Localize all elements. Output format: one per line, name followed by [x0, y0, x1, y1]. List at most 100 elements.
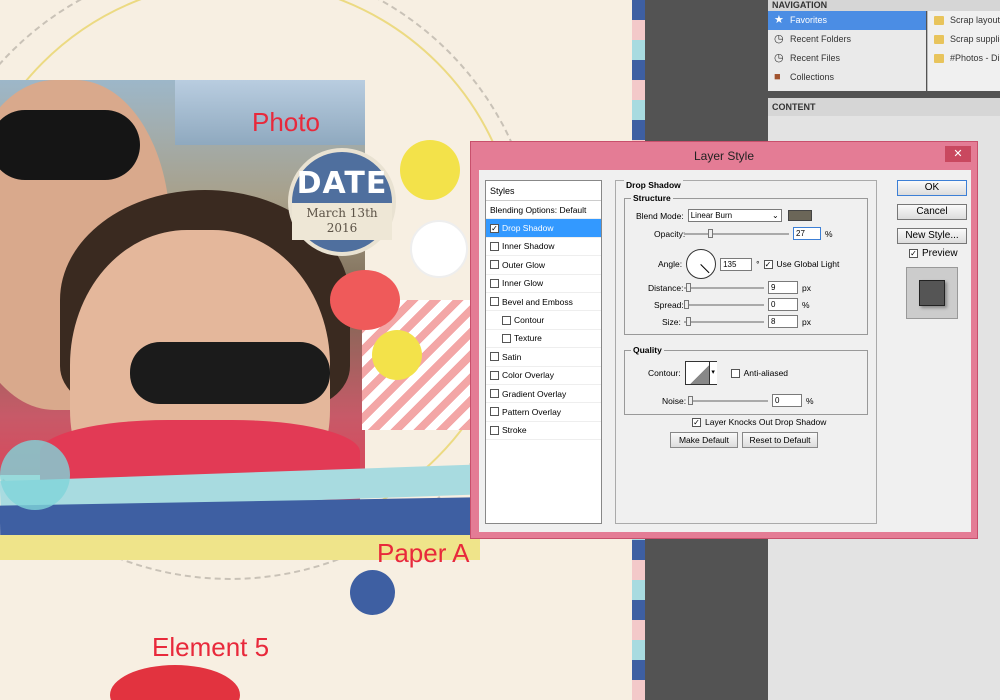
slider-thumb[interactable]	[684, 299, 689, 309]
use-global-light-label: Use Global Light	[776, 259, 840, 269]
style-blending-options[interactable]: Blending Options: Default	[486, 201, 601, 220]
style-pattern-overlay[interactable]: Pattern Overlay	[486, 403, 601, 422]
checkbox[interactable]	[490, 352, 499, 362]
dialog-title: Layer Style	[693, 149, 755, 163]
navigation-list: ★ Favorites ◷ Recent Folders ◷ Recent Fi…	[768, 11, 926, 91]
style-drop-shadow[interactable]: ✓ Drop Shadow	[486, 219, 601, 238]
style-label: Inner Shadow	[502, 241, 555, 252]
heart-element	[110, 665, 240, 700]
checkbox[interactable]	[490, 407, 499, 417]
reset-to-default-button[interactable]: Reset to Default	[742, 432, 818, 448]
angle-dial[interactable]	[686, 249, 717, 279]
style-inner-glow[interactable]: Inner Glow	[486, 275, 601, 293]
spread-label: Spread:	[654, 299, 684, 310]
style-stroke[interactable]: Stroke	[486, 422, 601, 441]
style-satin[interactable]: Satin	[486, 348, 601, 367]
cancel-button[interactable]: Cancel	[897, 204, 967, 220]
quality-legend: Quality	[633, 345, 662, 355]
styles-header[interactable]: Styles	[486, 181, 601, 201]
style-texture[interactable]: Texture	[486, 330, 601, 349]
percent-unit: %	[825, 228, 833, 239]
make-default-button[interactable]: Make Default	[670, 432, 738, 448]
spread-input[interactable]: 0	[768, 298, 798, 311]
close-button[interactable]: ✕	[945, 146, 971, 162]
opacity-slider[interactable]	[684, 228, 789, 238]
nav-item-collections[interactable]: ■ Collections	[768, 68, 926, 87]
anti-aliased-label: Anti-aliased	[743, 368, 789, 378]
style-gradient-overlay[interactable]: Gradient Overlay	[486, 385, 601, 404]
style-label: Outer Glow	[502, 259, 545, 270]
folder-item[interactable]: Scrap supplies	[928, 30, 1000, 49]
dialog-title-bar[interactable]: Layer Style ✕	[471, 142, 977, 170]
preview-checkbox[interactable]: ✓	[909, 249, 918, 258]
nav-item-favorites[interactable]: ★ Favorites	[768, 11, 926, 30]
style-inner-shadow[interactable]: Inner Shadow	[486, 238, 601, 257]
blend-mode-select[interactable]: Linear Burn ⌄	[687, 209, 782, 222]
collection-icon: ■	[774, 71, 781, 83]
px-unit: px	[802, 316, 811, 327]
shadow-color-swatch[interactable]	[787, 210, 812, 221]
dialog-body: Styles Blending Options: Default ✓ Drop S…	[479, 170, 971, 532]
layer-knocks-out-checkbox[interactable]: ✓	[692, 417, 701, 427]
checkbox[interactable]	[490, 241, 499, 251]
slider-thumb[interactable]	[688, 395, 693, 405]
style-label: Contour	[514, 315, 545, 326]
use-global-light-checkbox[interactable]: ✓	[763, 259, 773, 269]
checkbox[interactable]	[502, 333, 511, 343]
distance-slider[interactable]	[684, 282, 764, 292]
anti-aliased-checkbox[interactable]	[730, 368, 740, 378]
nav-item-recent-files[interactable]: ◷ Recent Files	[768, 49, 926, 68]
style-bevel-emboss[interactable]: Bevel and Emboss	[486, 293, 601, 312]
folder-item[interactable]: #Photos - Di	[928, 49, 1000, 68]
preview-label: Preview	[922, 248, 958, 259]
checkbox-checked[interactable]: ✓	[490, 223, 499, 233]
dialog-buttons: OK Cancel New Style... ✓ Preview	[897, 180, 967, 319]
section-title: Drop Shadow	[624, 180, 683, 190]
noise-input[interactable]: 0	[772, 394, 802, 407]
checkbox[interactable]	[490, 370, 499, 380]
checkbox[interactable]	[490, 278, 499, 288]
style-contour[interactable]: Contour	[486, 311, 601, 330]
style-outer-glow[interactable]: Outer Glow	[486, 256, 601, 275]
spread-slider[interactable]	[684, 299, 764, 309]
close-icon: ✕	[953, 148, 963, 160]
nav-item-label: Recent Files	[790, 53, 841, 63]
slider-thumb[interactable]	[686, 316, 691, 326]
checkbox[interactable]	[490, 389, 499, 399]
style-label: Bevel and Emboss	[502, 296, 573, 307]
style-label: Stroke	[502, 425, 527, 436]
preview-swatch	[906, 267, 958, 319]
checkbox[interactable]	[490, 297, 499, 307]
size-input[interactable]: 8	[768, 315, 798, 328]
blend-mode-label: Blend Mode:	[636, 210, 684, 221]
angle-input[interactable]: 135	[720, 257, 753, 271]
distance-row: Distance: 9 px	[648, 281, 811, 294]
flower-yellow-small	[372, 330, 422, 380]
checkbox[interactable]	[490, 425, 499, 435]
noise-slider[interactable]	[688, 395, 768, 405]
folder-item[interactable]: Scrap layouts	[928, 11, 1000, 30]
slider-thumb[interactable]	[686, 282, 691, 292]
slider-thumb[interactable]	[708, 228, 713, 238]
distance-input[interactable]: 9	[768, 281, 798, 294]
contour-row: Contour: ▾ Anti-aliased	[648, 361, 788, 385]
style-label: Drop Shadow	[502, 223, 554, 234]
opacity-input[interactable]: 27	[793, 227, 821, 240]
degree-unit: °	[756, 259, 760, 269]
ok-button[interactable]: OK	[897, 180, 967, 196]
style-label: Color Overlay	[502, 370, 554, 381]
percent-unit: %	[806, 395, 814, 406]
style-color-overlay[interactable]: Color Overlay	[486, 367, 601, 385]
clock-icon: ◷	[774, 33, 784, 45]
nav-item-recent-folders[interactable]: ◷ Recent Folders	[768, 30, 926, 49]
new-style-button[interactable]: New Style...	[897, 228, 967, 244]
size-row: Size: 8 px	[662, 315, 811, 328]
checkbox[interactable]	[502, 315, 511, 325]
style-label: Pattern Overlay	[502, 407, 562, 417]
folder-label: Scrap layouts	[950, 15, 1000, 25]
size-slider[interactable]	[684, 316, 764, 326]
folder-list: Scrap layouts Scrap supplies #Photos - D…	[927, 11, 1000, 91]
distance-label: Distance:	[648, 282, 684, 293]
contour-picker[interactable]: ▾	[684, 361, 717, 385]
checkbox[interactable]	[490, 260, 499, 270]
